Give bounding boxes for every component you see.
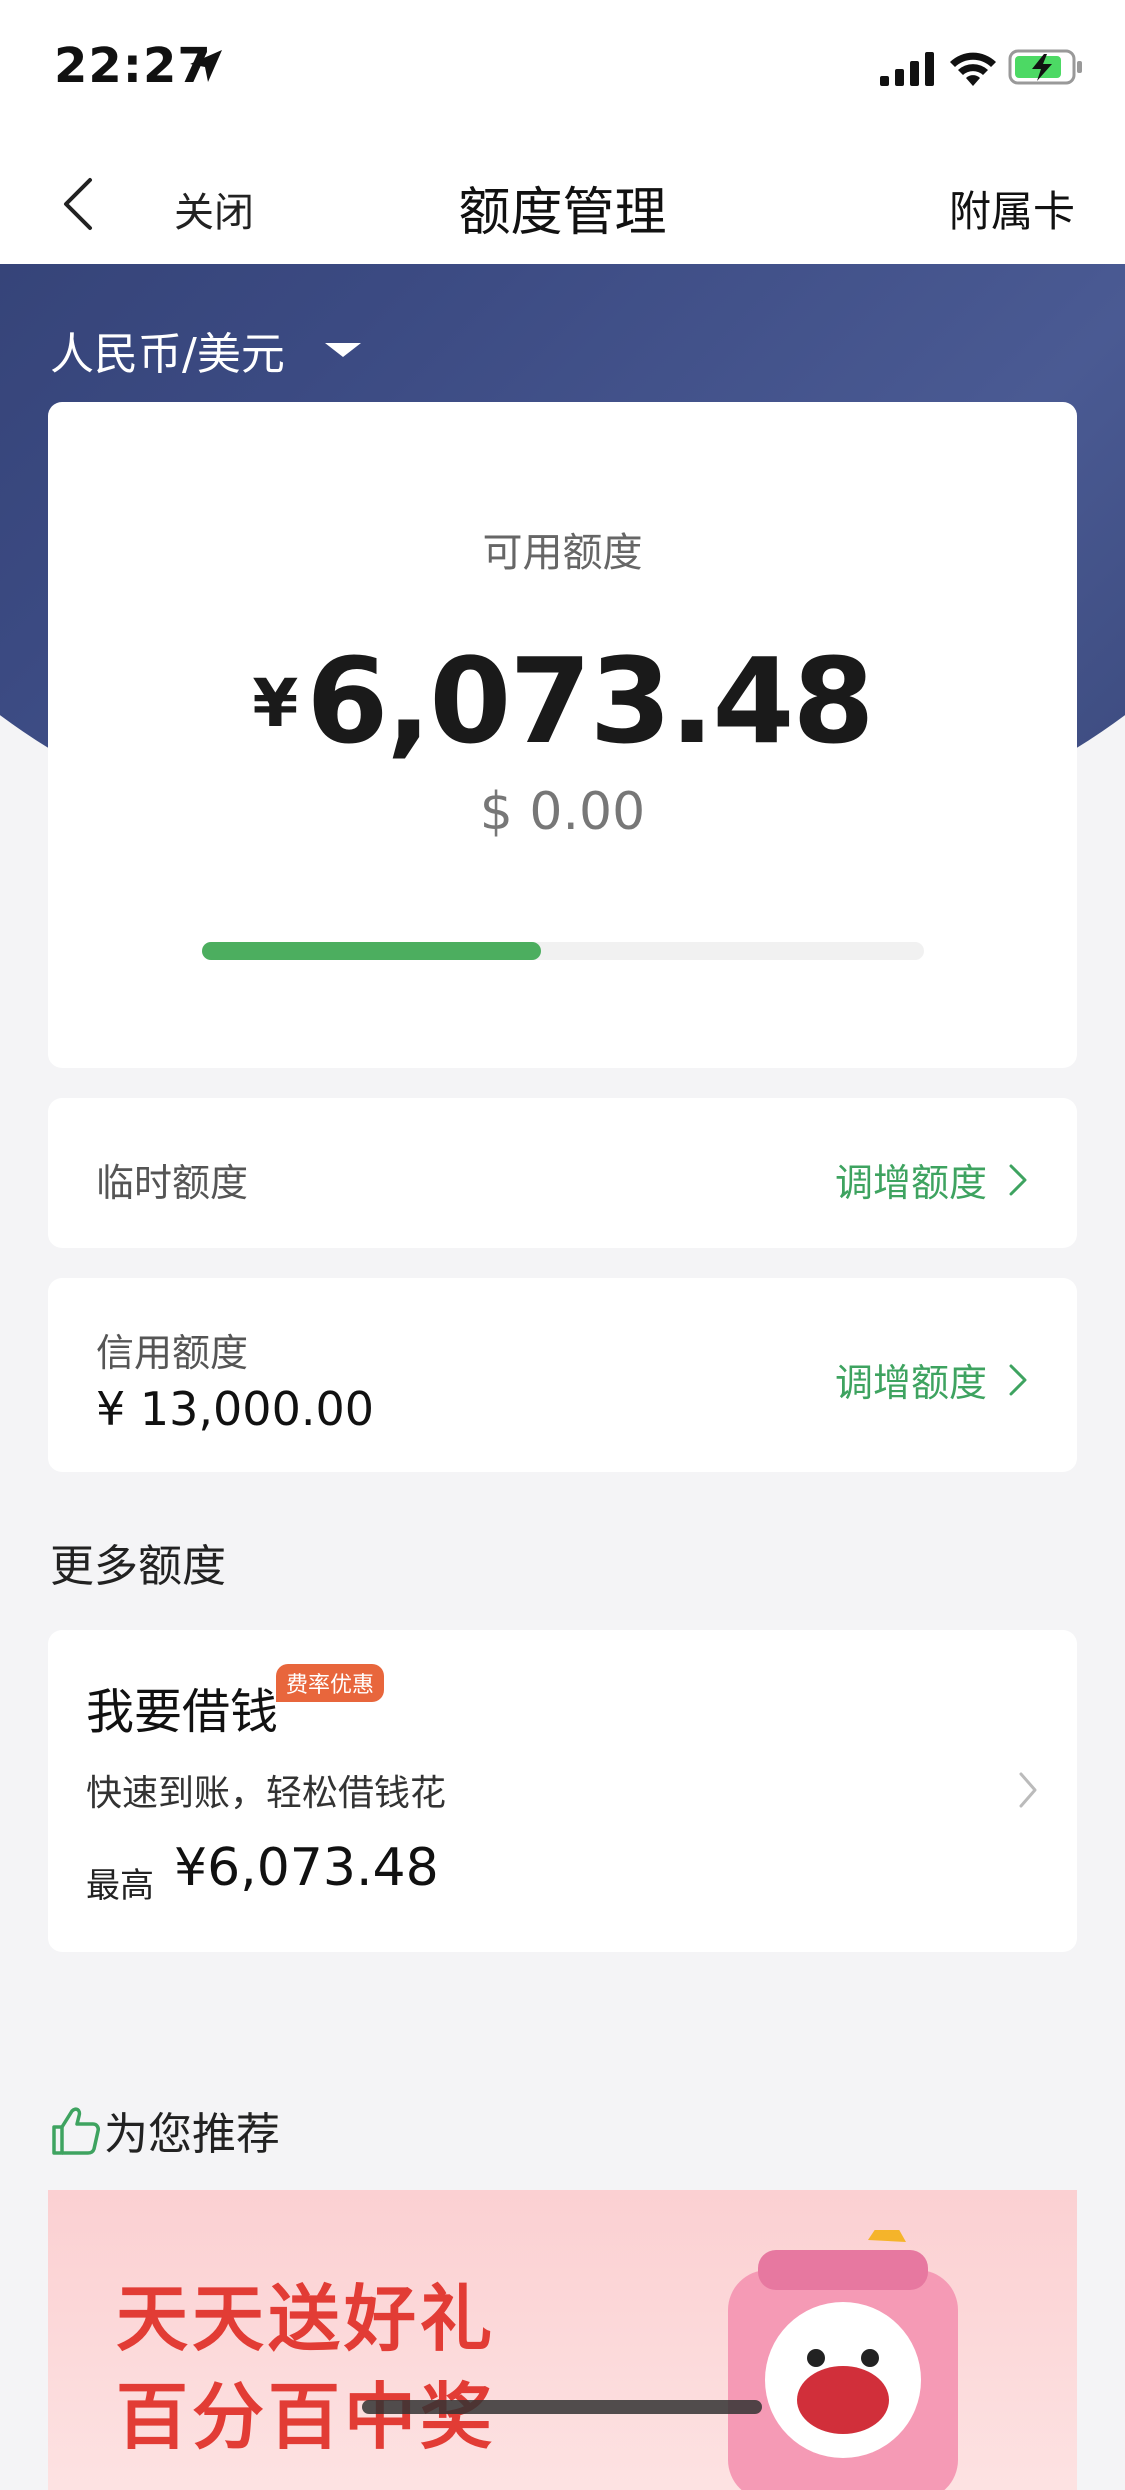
promo-banner[interactable]: 天天送好礼 百分百中奖 (48, 2190, 1077, 2490)
currency-selector-label: 人民币/美元 (50, 329, 285, 380)
usage-progress-bar (202, 942, 924, 960)
credit-limit-row[interactable]: 信用额度 ¥ 13,000.00 调增额度 (48, 1278, 1077, 1472)
supplementary-card-link[interactable]: 附属卡 (949, 178, 1075, 239)
mascot-gift-icon (728, 2230, 958, 2490)
available-amount-value: 6,073.48 (306, 632, 874, 770)
available-limit-label: 可用额度 (482, 530, 643, 576)
available-limit-amount: ¥6,073.48 (48, 632, 1077, 770)
status-bar: 22:27 (0, 0, 1125, 140)
home-indicator[interactable] (362, 2400, 762, 2414)
chevron-right-icon (1009, 1364, 1027, 1395)
thumbs-up-icon (52, 2107, 100, 2155)
temporary-increase-label: 调增额度 (834, 1161, 987, 1205)
credit-increase-label: 调增额度 (834, 1361, 987, 1405)
recommend-title: 为您推荐 (104, 2109, 280, 2160)
loan-title: 我要借钱 (86, 1684, 279, 1740)
temporary-limit-label: 临时额度 (96, 1161, 249, 1205)
nav-bar: 关闭 额度管理 附属卡 (0, 140, 1125, 264)
chevron-right-icon (1019, 1772, 1037, 1808)
usage-progress-fill (202, 942, 542, 960)
caret-down-icon (324, 343, 361, 357)
recommend-heading: 为您推荐 (48, 2098, 280, 2162)
rate-discount-badge: 费率优惠 (276, 1664, 385, 1702)
chevron-right-icon (1009, 1164, 1027, 1195)
currency-symbol: ¥ (252, 665, 299, 742)
location-arrow-icon (190, 50, 222, 82)
temporary-increase-link[interactable]: 调增额度 (835, 1152, 1029, 1207)
credit-limit-value: ¥ 13,000.00 (96, 1382, 374, 1436)
loan-description: 快速到账，轻松借钱花 (86, 1773, 447, 1814)
battery-charging-icon (1008, 49, 1082, 85)
credit-limit-label: 信用额度 (96, 1331, 249, 1375)
temporary-limit-row[interactable]: 临时额度 调增额度 (48, 1098, 1077, 1248)
loan-max-label: 最高 (86, 1866, 154, 1906)
currency-selector[interactable]: 人民币/美元 (50, 318, 361, 382)
usd-amount: $ 0.00 (479, 782, 646, 842)
wifi-icon (950, 52, 996, 86)
banner-line-1: 天天送好礼 (116, 2277, 497, 2361)
credit-increase-link[interactable]: 调增额度 (835, 1352, 1029, 1407)
loan-max-value: ¥6,073.48 (174, 1838, 439, 1898)
more-limits-heading: 更多额度 (50, 1541, 226, 1592)
loan-card[interactable]: 我要借钱 费率优惠 快速到账，轻松借钱花 最高 ¥6,073.48 (48, 1630, 1077, 1952)
cellular-signal-icon (880, 52, 934, 86)
available-limit-card: 可用额度 ¥6,073.48 $ 0.00 (48, 402, 1077, 1068)
